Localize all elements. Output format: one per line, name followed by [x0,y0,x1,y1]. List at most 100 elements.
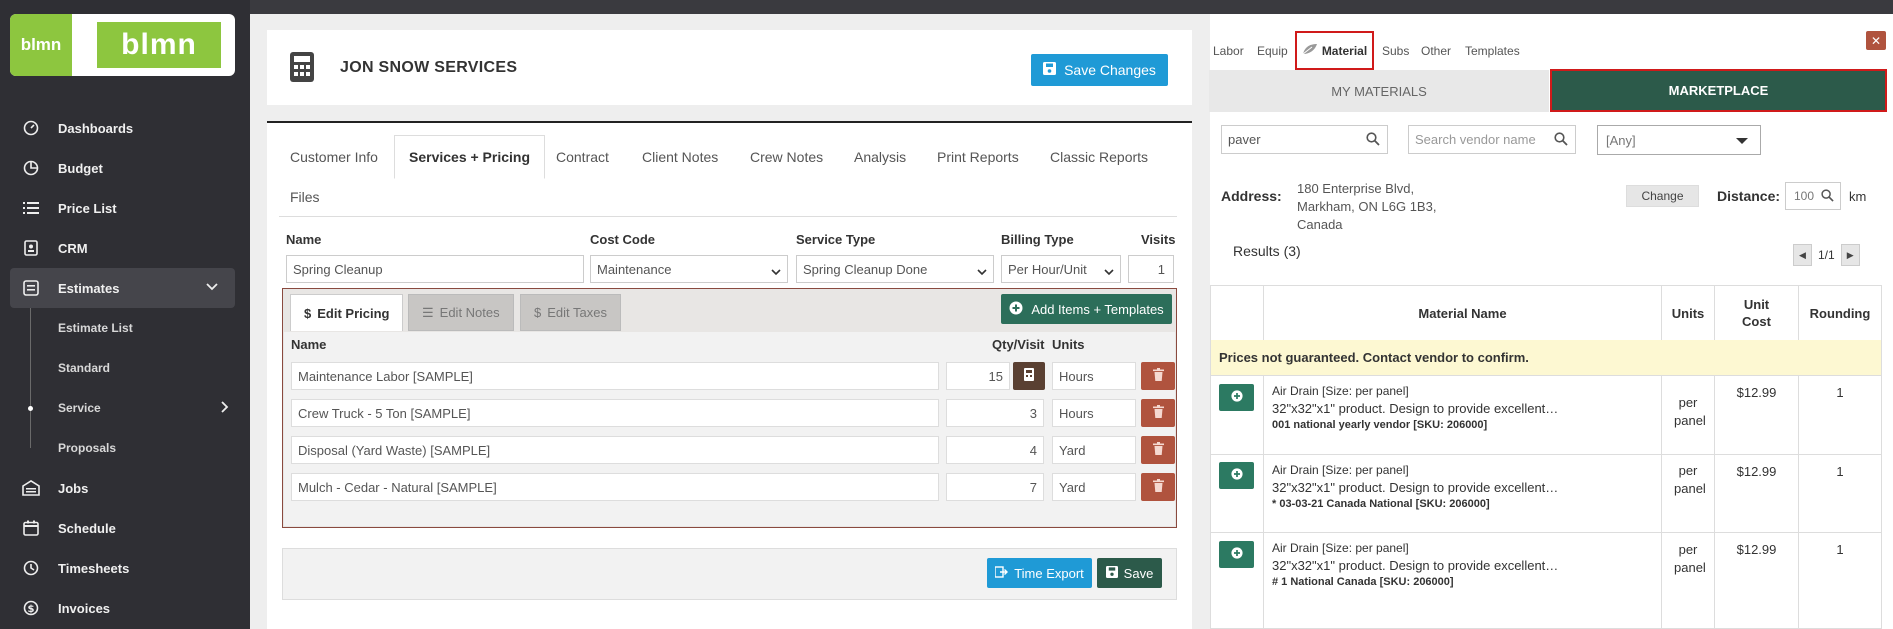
logo[interactable]: blmn blmn [10,14,235,76]
material-vendor: # 1 National Canada [SKU: 206000] [1272,576,1454,588]
sidebar-item-dashboards[interactable]: Dashboards [0,108,250,148]
pricing-item-qty[interactable]: 7 [946,473,1044,501]
table-row: Air Drain [Size: per panel] 32"x32"x1" p… [1272,462,1558,513]
change-address-button[interactable]: Change [1626,185,1699,207]
service-name-input[interactable]: Spring Cleanup [286,255,584,283]
chevron-down-icon [205,280,219,295]
sidebar-item-timesheets[interactable]: Timesheets [0,548,250,588]
tab-edit-taxes[interactable]: $ Edit Taxes [520,294,621,331]
item-qty-value: 4 [1029,442,1037,458]
tab-services-pricing[interactable]: Services + Pricing [394,135,546,179]
add-material-button[interactable] [1219,384,1254,411]
material-title: Air Drain [Size: per panel] [1272,541,1409,555]
vendor-search-input[interactable]: Search vendor name [1408,125,1576,154]
pricing-item-units[interactable]: Yard [1052,436,1136,464]
pricing-item-units[interactable]: Yard [1052,473,1136,501]
tab-templates[interactable]: Templates [1465,44,1520,58]
save-changes-button[interactable]: Save Changes [1031,54,1168,86]
tab-edit-notes[interactable]: ☰ Edit Notes [408,294,514,331]
tab-labor[interactable]: Labor [1213,44,1244,58]
chevron-right-icon [220,400,230,417]
sidebar-subitem-proposals[interactable]: Proposals [0,428,250,468]
sidebar-subitem-estimate-list[interactable]: Estimate List [0,308,250,348]
material-search-input[interactable]: paver [1221,125,1388,154]
sidebar-item-jobs[interactable]: Jobs [0,468,250,508]
tree-line [30,308,31,348]
tab-material[interactable]: Material [1295,31,1374,70]
billing-type-label: Billing Type [1001,232,1074,247]
my-materials-tab[interactable]: MY MATERIALS [1209,70,1549,112]
tab-subs[interactable]: Subs [1382,44,1409,58]
svg-text:$: $ [28,604,35,615]
material-rounding: 1 [1836,542,1844,557]
tab-classic-reports[interactable]: Classic Reports [1050,149,1148,165]
pricing-item-units[interactable]: Hours [1052,362,1136,390]
material-title: Air Drain [Size: per panel] [1272,463,1409,477]
visits-label: Visits [1141,232,1176,247]
pricing-item-name[interactable]: Mulch - Cedar - Natural [SAMPLE] [291,473,939,501]
sidebar-item-price-list[interactable]: Price List [0,188,250,228]
sidebar-subitem-service[interactable]: Service [0,388,250,428]
add-items-templates-button[interactable]: Add Items + Templates [1001,294,1172,324]
trash-icon [1152,479,1164,495]
list-icon: ☰ [422,304,434,320]
close-button[interactable]: ✕ [1866,31,1886,50]
sidebar-item-crm[interactable]: CRM [0,228,250,268]
tab-files[interactable]: Files [290,189,320,205]
tab-edit-pricing[interactable]: $ Edit Pricing [290,294,404,331]
save-button[interactable]: Save [1097,558,1162,588]
sidebar-item-invoices[interactable]: $ Invoices [0,588,250,628]
calculator-button[interactable] [1013,362,1045,390]
sidebar-subitem-standard[interactable]: Standard [0,348,250,388]
item-qty-value: 7 [1029,479,1037,495]
address-value: 180 Enterprise Blvd, Markham, ON L6G 1B3… [1297,181,1437,232]
tab-crew-notes[interactable]: Crew Notes [750,149,823,165]
vendor-search-placeholder: Search vendor name [1415,132,1536,147]
cost-code-select[interactable]: Maintenance [590,255,788,283]
delete-item-button[interactable] [1141,436,1175,464]
delete-item-button[interactable] [1141,473,1175,501]
pricing-item-name[interactable]: Disposal (Yard Waste) [SAMPLE] [291,436,939,464]
billing-type-select[interactable]: Per Hour/Unit [1001,255,1121,283]
pricing-item-units[interactable]: Hours [1052,399,1136,427]
units-header: Units [1671,305,1705,321]
delete-item-button[interactable] [1141,399,1175,427]
tab-contract[interactable]: Contract [556,149,609,165]
billing-type-value: Per Hour/Unit [1008,261,1087,277]
pricing-units-header: Units [1052,337,1085,352]
sidebar-item-budget[interactable]: Budget [0,148,250,188]
sidebar-item-label: Price List [58,200,117,216]
pricing-item-name[interactable]: Maintenance Labor [SAMPLE] [291,362,939,390]
material-unit-cost: $12.99 [1736,464,1777,479]
add-material-button[interactable] [1219,541,1254,568]
plus-circle-icon [1230,390,1243,405]
pricing-item-name[interactable]: Crew Truck - 5 Ton [SAMPLE] [291,399,939,427]
item-name-value: Maintenance Labor [SAMPLE] [298,368,473,384]
time-export-button[interactable]: Time Export [987,558,1092,588]
tab-customer-info[interactable]: Customer Info [290,149,378,165]
pricing-item-qty[interactable]: 3 [946,399,1044,427]
tab-other[interactable]: Other [1421,44,1451,58]
tab-client-notes[interactable]: Client Notes [642,149,718,165]
next-page-button[interactable]: ▶ [1840,244,1860,266]
add-material-button[interactable] [1219,462,1254,489]
item-units-value: Yard [1059,479,1086,495]
pricing-item-qty[interactable]: 4 [946,436,1044,464]
service-type-select[interactable]: Spring Cleanup Done [796,255,994,283]
prev-page-button[interactable]: ◀ [1793,244,1812,266]
pricing-item-qty[interactable]: 15 [946,362,1010,390]
category-select[interactable]: [Any] [1597,125,1761,155]
visits-input[interactable]: 1 [1128,255,1174,283]
marketplace-tab[interactable]: MARKETPLACE [1550,69,1887,112]
item-units-value: Hours [1059,368,1094,384]
sidebar-item-schedule[interactable]: Schedule [0,508,250,548]
tab-equip[interactable]: Equip [1257,44,1288,58]
search-icon [1554,132,1568,149]
sidebar-item-label: Invoices [58,600,111,616]
delete-item-button[interactable] [1141,362,1175,390]
sidebar-item-estimates[interactable]: Estimates [10,268,235,308]
distance-input[interactable]: 100 [1785,182,1841,210]
tab-print-reports[interactable]: Print Reports [937,149,1019,165]
save-label: Save [1123,565,1154,581]
tab-analysis[interactable]: Analysis [854,149,906,165]
